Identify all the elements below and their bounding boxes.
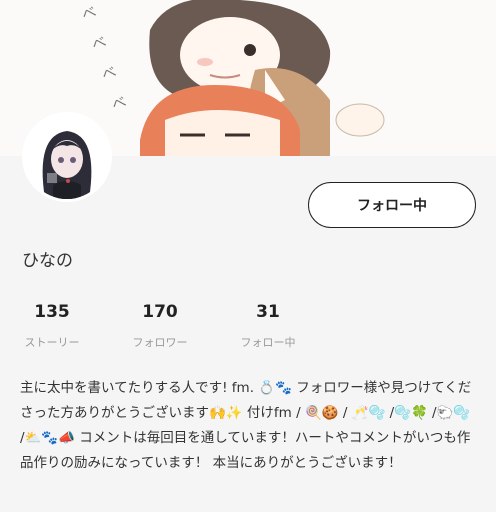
following-button[interactable]: フォロー中	[308, 182, 476, 228]
followers-count: 170	[142, 302, 178, 322]
following-label: フォロー中	[240, 336, 296, 349]
username: ひなの	[22, 251, 73, 271]
following-count: 31	[256, 302, 280, 322]
avatar[interactable]	[22, 112, 112, 202]
stories-count: 135	[34, 302, 70, 322]
stat-following[interactable]: 31 フォロー中	[223, 302, 313, 350]
followers-label: フォロワー	[132, 336, 188, 349]
stat-stories[interactable]: 135 ストーリー	[7, 302, 97, 350]
profile-bio: 主に太中を書いてたりする人です! fm. 💍🐾 フォロワー様や見つけてくださった…	[20, 380, 472, 471]
avatar-illustration	[25, 115, 109, 199]
stat-followers[interactable]: 170 フォロワー	[115, 302, 205, 350]
stories-label: ストーリー	[24, 336, 80, 349]
